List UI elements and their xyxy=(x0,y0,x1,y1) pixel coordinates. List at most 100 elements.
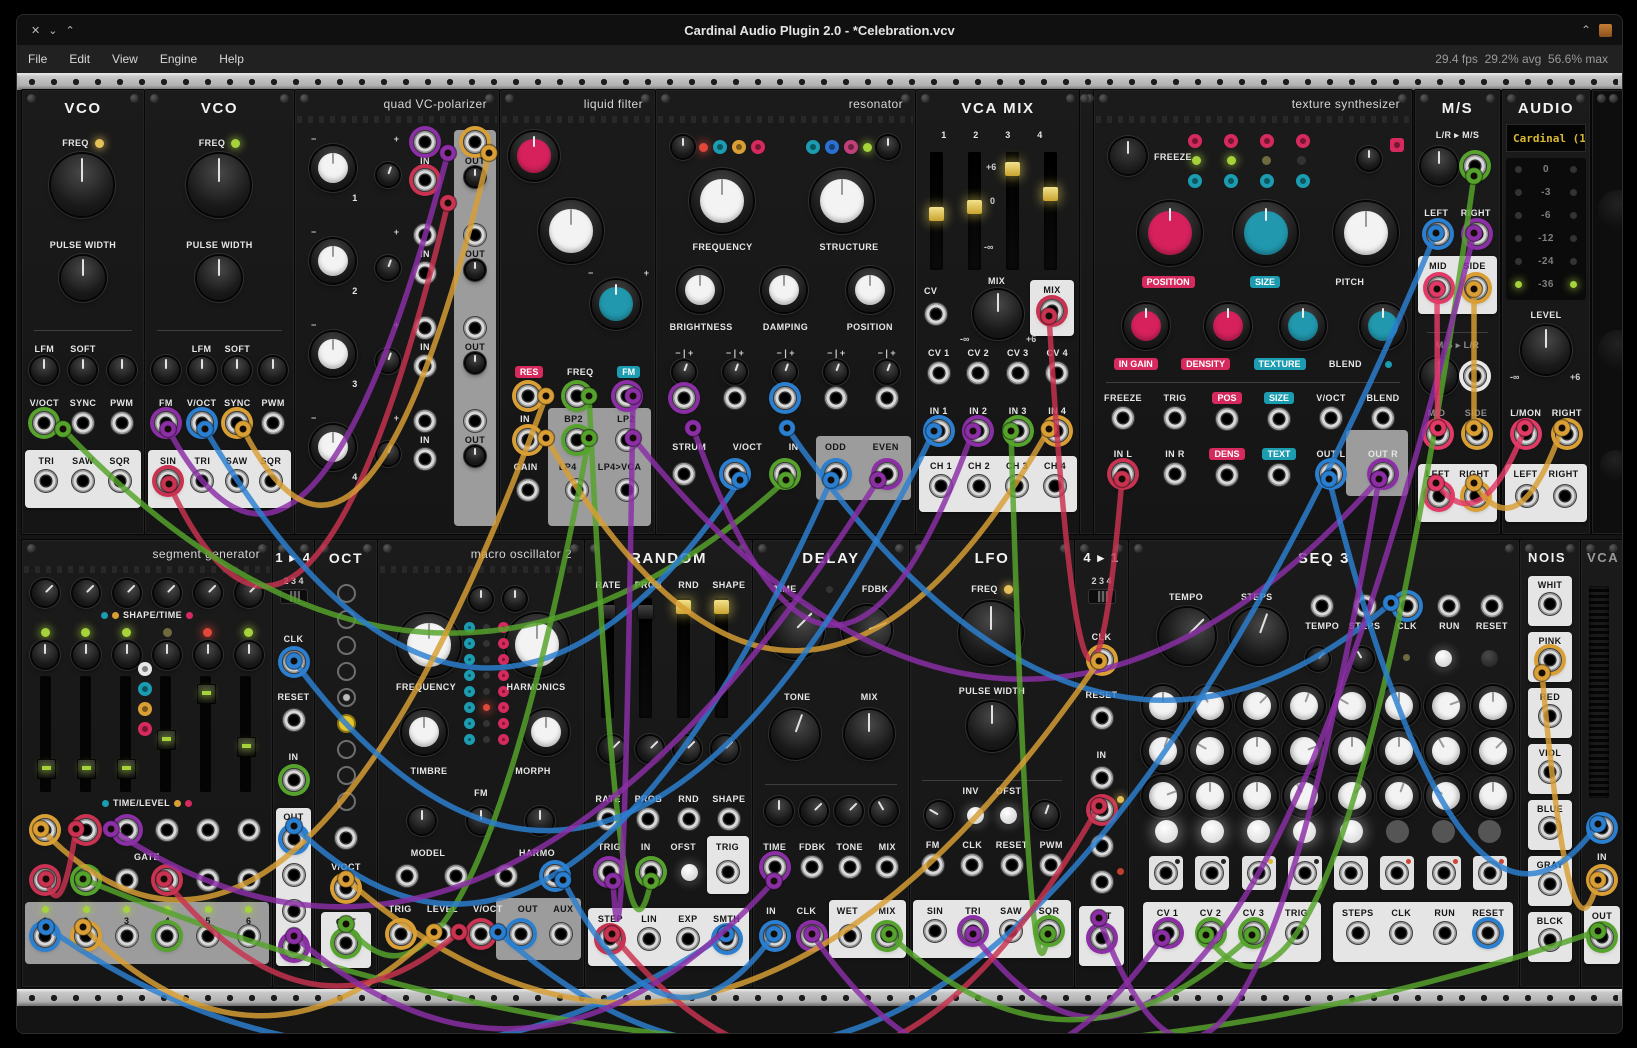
tri-jack[interactable] xyxy=(34,469,58,493)
clk-jack[interactable] xyxy=(1090,648,1114,672)
octave-step-4[interactable] xyxy=(337,662,356,681)
rate-slider[interactable] xyxy=(601,598,614,718)
fader-handle[interactable] xyxy=(117,759,136,779)
channel-fader-2[interactable] xyxy=(968,152,981,270)
encode-knob[interactable] xyxy=(1421,148,1457,184)
slider-handle[interactable] xyxy=(600,605,615,619)
tempo-knob[interactable] xyxy=(1147,596,1226,675)
freq-jack[interactable] xyxy=(565,384,589,408)
out-jack[interactable] xyxy=(1090,926,1114,950)
cv-4-jack[interactable] xyxy=(1045,361,1069,385)
inv-button[interactable] xyxy=(967,807,984,824)
fm-jack[interactable] xyxy=(615,384,639,408)
out-jack-2[interactable] xyxy=(282,863,306,887)
res-jack[interactable] xyxy=(516,384,540,408)
v-oct-jack[interactable] xyxy=(190,411,214,435)
out-level-knob-1[interactable] xyxy=(466,168,484,186)
seq-knob-r2-c1[interactable] xyxy=(1137,725,1188,776)
bp2-jack[interactable] xyxy=(565,428,589,452)
gate-out-1[interactable] xyxy=(1149,856,1183,890)
cv-3-jack[interactable] xyxy=(1242,921,1266,945)
mid-in-jack[interactable] xyxy=(1426,422,1450,446)
cv5-jack[interactable] xyxy=(875,386,899,410)
tone-knob[interactable] xyxy=(764,703,826,765)
menu-engine[interactable]: Engine xyxy=(149,52,208,66)
pwm-jack[interactable] xyxy=(110,411,134,435)
in-2-jack[interactable] xyxy=(966,419,990,443)
seq-knob-r2-c2[interactable] xyxy=(1183,724,1238,779)
seg-mode-icon[interactable] xyxy=(138,702,152,716)
fm-atten-knob[interactable] xyxy=(921,797,957,833)
v-oct-jack[interactable] xyxy=(1319,406,1343,430)
gate-out-3[interactable] xyxy=(1242,856,1276,890)
lfm-knob[interactable] xyxy=(189,357,215,383)
step-button-6[interactable] xyxy=(1386,820,1409,843)
model-icon[interactable] xyxy=(844,140,858,154)
lp4vca-jack[interactable] xyxy=(615,478,639,502)
rate-atten-knob[interactable] xyxy=(593,731,630,768)
fm-jack[interactable] xyxy=(921,853,945,877)
saw-jack[interactable] xyxy=(225,469,249,493)
gate-jack-1[interactable] xyxy=(1154,861,1178,885)
reset-jack[interactable] xyxy=(282,708,306,732)
in-4-jack[interactable] xyxy=(1045,419,1069,443)
attenuverter-knob[interactable] xyxy=(721,358,749,386)
gate-jack-1[interactable] xyxy=(33,868,57,892)
seq-knob-r2-c8[interactable] xyxy=(1465,723,1522,780)
aux-jack[interactable] xyxy=(549,922,573,946)
clk-jack[interactable] xyxy=(960,853,984,877)
model-icon-left[interactable] xyxy=(464,670,475,681)
cv3-jack[interactable] xyxy=(773,386,797,410)
strum-jack[interactable] xyxy=(672,462,696,486)
out-jack-4[interactable] xyxy=(282,935,306,959)
mix-out-jack[interactable] xyxy=(1040,299,1064,323)
mix-out-jack[interactable] xyxy=(875,924,899,948)
clk-jack[interactable] xyxy=(1395,594,1419,618)
sin-jack[interactable] xyxy=(156,469,180,493)
morph-atten-knob[interactable] xyxy=(527,808,553,834)
odd-jack[interactable] xyxy=(824,462,848,486)
position-knob[interactable] xyxy=(848,268,892,312)
menu-view[interactable]: View xyxy=(101,52,149,66)
clk-jack[interactable] xyxy=(282,650,306,674)
exp-jack[interactable] xyxy=(676,927,700,951)
reset-jack[interactable] xyxy=(1480,594,1504,618)
pulse-width-knob[interactable] xyxy=(61,256,105,300)
sqr-jack[interactable] xyxy=(259,469,283,493)
slider-handle[interactable] xyxy=(676,600,691,614)
time-level-jack-3[interactable] xyxy=(115,818,139,842)
out-jack-1[interactable] xyxy=(282,827,306,851)
ch-2-jack[interactable] xyxy=(967,474,991,498)
freq-knob[interactable] xyxy=(540,200,602,262)
cv2-jack[interactable] xyxy=(723,386,747,410)
tri-jack[interactable] xyxy=(190,469,214,493)
prob-atten-knob[interactable] xyxy=(631,731,668,768)
time-level-jack-5[interactable] xyxy=(196,818,220,842)
freq-knob[interactable] xyxy=(51,154,113,216)
seq-knob-r1-c7[interactable] xyxy=(1420,680,1471,731)
slider-handle[interactable] xyxy=(714,600,729,614)
level-fader-6[interactable] xyxy=(240,676,251,792)
saw-jack[interactable] xyxy=(71,469,95,493)
run-button[interactable] xyxy=(1435,650,1452,667)
rnd-jack[interactable] xyxy=(677,807,701,831)
gate-jack-4[interactable] xyxy=(155,868,179,892)
channels-switch[interactable] xyxy=(1089,590,1115,603)
cv4-jack[interactable] xyxy=(824,386,848,410)
steps-knob[interactable] xyxy=(1223,600,1295,672)
morph-knob[interactable] xyxy=(524,710,568,754)
time-level-jack-4[interactable] xyxy=(155,818,179,842)
seg-mode-icon[interactable] xyxy=(138,662,152,676)
trig-jack[interactable] xyxy=(1285,921,1309,945)
gate-jack-8[interactable] xyxy=(1478,861,1502,885)
model-icon-left[interactable] xyxy=(464,718,475,729)
fader-handle[interactable] xyxy=(197,684,216,704)
channel-fader-4[interactable] xyxy=(1044,152,1057,270)
seq-knob-r3-c5[interactable] xyxy=(1323,768,1380,825)
time-jack[interactable] xyxy=(763,855,787,879)
ch-3-jack[interactable] xyxy=(1005,474,1029,498)
seq-knob-r3-c6[interactable] xyxy=(1373,770,1424,821)
size-jack[interactable] xyxy=(1267,407,1291,431)
pwm-atten-knob[interactable] xyxy=(1029,798,1062,831)
octave-step-1[interactable] xyxy=(337,584,356,603)
